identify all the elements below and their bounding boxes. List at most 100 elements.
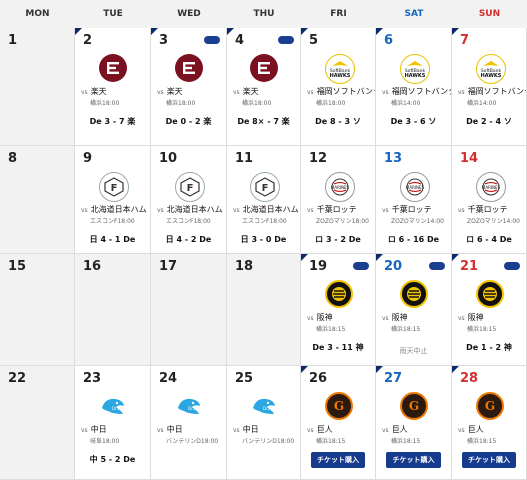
opponent-line: vs 中日 <box>157 424 224 435</box>
vs-label: vs <box>233 207 240 214</box>
vs-label: vs <box>458 315 465 322</box>
fighters-logo-icon: F <box>175 172 205 202</box>
day-number: 25 <box>235 371 254 386</box>
fighters-logo-icon: F <box>250 172 280 202</box>
buy-ticket-button[interactable]: チケット購入 <box>462 452 516 468</box>
day-cell[interactable]: 11 Fvs 北海道日本ハム エスコンF18:00 日 3 - 0 De <box>227 146 301 254</box>
game-result: 日 4 - 1 De <box>89 235 136 244</box>
game-result: 中 5 - 2 De <box>89 455 136 464</box>
vs-label: vs <box>307 89 314 96</box>
marines-logo-icon: MARINES <box>400 172 430 202</box>
venue-time: 横浜18:00 <box>90 100 120 107</box>
day-cell[interactable]: 25 Dragons vs中日バンテリンD18:00 <box>227 366 301 480</box>
game-result: De 1 - 2 神 <box>466 343 512 352</box>
opponent-line: vs 北海道日本ハム <box>157 204 224 215</box>
day-cell[interactable]: 21 vs 阪神 横浜18:15 De 1 - 2 神 <box>452 254 527 366</box>
opponent-name: 千葉ロッテ <box>467 205 508 214</box>
game-result: De 8 - 3 ソ <box>315 117 361 126</box>
day-cell[interactable]: 13 MARINES vs 千葉ロッテ ZOZOマリン14:00 ロ 6 - 16 De <box>376 146 452 254</box>
game-result: De 3 - 6 ソ <box>390 117 437 126</box>
tigers-logo-icon <box>325 280 353 308</box>
day-cell[interactable]: 12 MARINES vs 千葉ロッテ ZOZOマリン18:00 ロ 3 - 2 De <box>301 146 376 254</box>
game-result: 日 4 - 2 De <box>165 235 212 244</box>
day-cell-off: 22 <box>0 366 75 480</box>
opponent-line: vs 巨人 <box>458 424 524 435</box>
day-cell[interactable]: 28 Gvs 巨人 横浜18:15 チケット購入 <box>452 366 527 480</box>
opponent-line: vs 阪神 <box>307 312 373 323</box>
opponent-name: 巨人 <box>391 425 408 434</box>
day-cell[interactable]: 24 Dragons vs中日バンテリンD18:00 <box>151 366 227 480</box>
opponent-line: vs 楽天 <box>233 86 298 97</box>
day-number: 24 <box>159 371 178 386</box>
opponent-name: 福岡ソフトバンク <box>316 87 376 96</box>
venue-time: 横浜18:00 <box>242 100 272 107</box>
vs-label: vs <box>382 427 389 434</box>
day-cell[interactable]: 23 Dragons vs中日岐阜18:00 中 5 - 2 De <box>75 366 151 480</box>
opponent-line: vs 千葉ロッテ <box>307 204 373 215</box>
day-cell[interactable]: 4 vs 楽天 横浜18:00 De 8× - 7 楽 <box>227 28 301 146</box>
svg-text:HAWKS: HAWKS <box>330 73 351 79</box>
svg-text:F: F <box>111 183 118 194</box>
day-cell[interactable]: 26 Gvs 巨人 横浜18:15 チケット購入 <box>301 366 376 480</box>
broadcast-icon <box>204 36 220 44</box>
venue-time: 横浜18:00 <box>316 100 346 107</box>
svg-text:G: G <box>409 399 419 413</box>
giants-logo-icon: G <box>400 392 428 420</box>
giants-logo-icon: G <box>325 392 353 420</box>
opponent-line: vs 福岡ソフトバンク <box>382 86 452 97</box>
venue-time: 横浜18:15 <box>316 326 346 333</box>
day-cell[interactable]: 2 vs 楽天 横浜18:00 De 3 - 7 楽 <box>75 28 151 146</box>
dragons-logo-icon: Dragons <box>99 392 127 420</box>
day-number: 18 <box>235 259 254 274</box>
svg-text:F: F <box>262 183 269 194</box>
svg-text:Dragons: Dragons <box>112 406 127 411</box>
day-cell[interactable]: 10 Fvs 北海道日本ハム エスコンF18:00 日 4 - 2 De <box>151 146 227 254</box>
vs-label: vs <box>157 89 164 96</box>
day-cell[interactable]: 3 vs 楽天 横浜18:00 De 0 - 2 楽 <box>151 28 227 146</box>
day-cell[interactable]: 6 SoftBank HAWKS vs 福岡ソフトバンク 横浜14:00 De 3 - 6 … <box>376 28 452 146</box>
vs-label: vs <box>307 315 314 322</box>
day-number: 10 <box>159 151 178 166</box>
home-game-corner-marker <box>376 28 383 35</box>
day-number: 14 <box>460 151 479 166</box>
fighters-logo-icon: F <box>99 172 129 202</box>
vs-label: vs <box>458 89 465 96</box>
day-cell-off: 17 <box>151 254 227 366</box>
day-cell-off: 1 <box>0 28 75 146</box>
day-cell[interactable]: 9 Fvs 北海道日本ハム エスコンF18:00 日 4 - 1 De <box>75 146 151 254</box>
day-cell[interactable]: 14 MARINES vs 千葉ロッテ ZOZOマリン14:00 ロ 6 - 4 De <box>452 146 527 254</box>
venue-time: 横浜18:15 <box>467 326 497 333</box>
home-game-corner-marker <box>376 366 383 373</box>
day-cell[interactable]: 20 vs 阪神 横浜18:15 雨天中止 <box>376 254 452 366</box>
dragons-logo-icon: Dragons <box>250 392 278 420</box>
weekday-sun: SUN <box>478 9 501 19</box>
day-cell[interactable]: 19 vs 阪神 横浜18:15 De 3 - 11 神 <box>301 254 376 366</box>
broadcast-icon <box>429 262 445 270</box>
day-cell-off: 16 <box>75 254 151 366</box>
venue-time: 岐阜18:00 <box>90 438 120 445</box>
buy-ticket-button[interactable]: チケット購入 <box>386 452 441 468</box>
opponent-line: vs 巨人 <box>307 424 373 435</box>
home-game-corner-marker <box>301 366 308 373</box>
venue-time: 横浜14:00 <box>391 100 421 107</box>
buy-ticket-button[interactable]: チケット購入 <box>311 452 365 468</box>
home-game-corner-marker <box>452 254 459 261</box>
day-number: 16 <box>83 259 102 274</box>
opponent-name: 阪神 <box>467 313 484 322</box>
game-status-note: 雨天中止 <box>399 347 428 355</box>
weekday-mon: MON <box>25 9 50 19</box>
day-cell[interactable]: 5 SoftBank HAWKS vs 福岡ソフトバンク 横浜18:00 De 8 - 3 … <box>301 28 376 146</box>
opponent-line: vs 阪神 <box>458 312 524 323</box>
opponent-name: 福岡ソフトバンク <box>391 87 452 96</box>
day-number: 5 <box>309 33 319 48</box>
day-number: 8 <box>8 151 18 166</box>
home-game-corner-marker <box>227 28 234 35</box>
broadcast-icon <box>504 262 520 270</box>
day-cell[interactable]: 7 SoftBank HAWKS vs 福岡ソフトバンク 横浜14:00 De 2 - 4 … <box>452 28 527 146</box>
day-number: 22 <box>8 371 27 386</box>
day-cell[interactable]: 27 Gvs 巨人 横浜18:15 チケット購入 <box>376 366 452 480</box>
home-game-corner-marker <box>301 254 308 261</box>
opponent-line: vs 楽天 <box>157 86 224 97</box>
venue-time: ZOZOマリン14:00 <box>391 218 444 225</box>
svg-text:HAWKS: HAWKS <box>481 73 502 79</box>
